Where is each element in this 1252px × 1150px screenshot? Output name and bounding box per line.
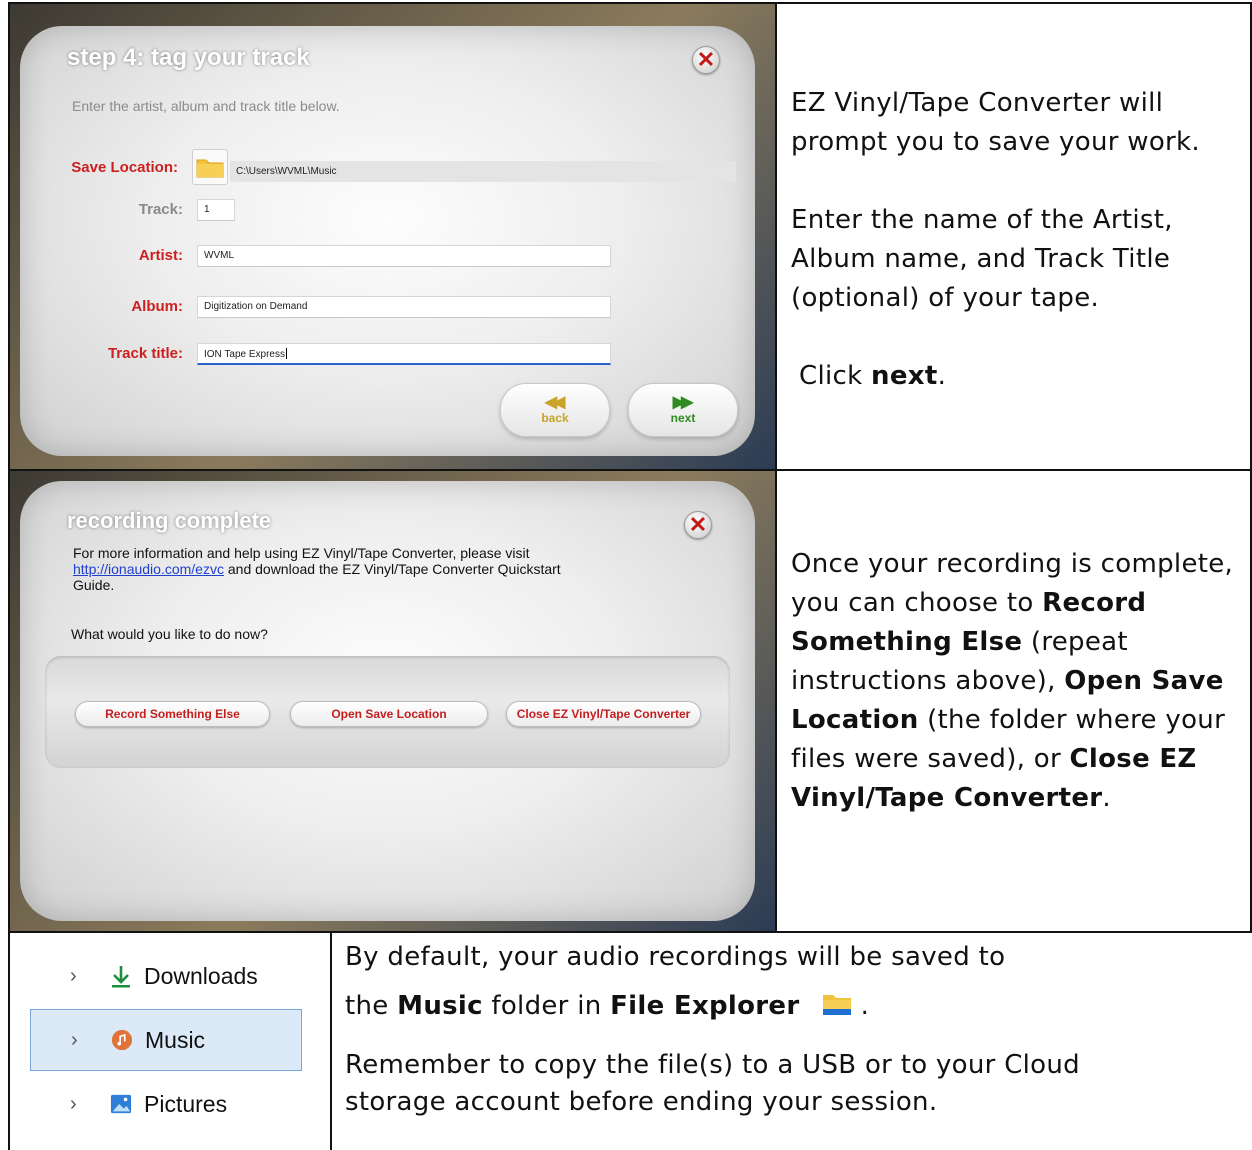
track-title-field[interactable]: ION Tape Express — [197, 343, 611, 365]
record-something-else-button[interactable]: Record Something Else — [75, 701, 270, 727]
complete-t1: Once your recording is complete, you can… — [791, 549, 1234, 618]
default-save-cell: By default, your audio recordings will b… — [345, 939, 1245, 1121]
tag-track-dialog: step 4: tag your track ✕ Enter the artis… — [20, 26, 755, 456]
album-label: Album: — [131, 298, 183, 315]
default-save-line2: the Music folder in File Explorer . — [345, 988, 1245, 1027]
default-save-the: the — [345, 991, 398, 1021]
file-explorer-icon — [822, 990, 852, 1027]
back-label: back — [541, 411, 569, 425]
folder-browse-button[interactable] — [192, 149, 228, 185]
chevron-right-icon[interactable]: › — [70, 965, 82, 988]
click-prefix: Click — [799, 361, 872, 391]
dialog-title: step 4: tag your track — [67, 44, 310, 71]
explorer-item-pictures[interactable]: › Pictures — [30, 1073, 302, 1135]
pictures-icon — [110, 1093, 132, 1115]
music-note-icon — [111, 1029, 133, 1051]
folder-icon — [196, 159, 224, 178]
next-button[interactable]: ▶▶ next — [628, 383, 738, 437]
recording-complete-dialog: recording complete ✕ For more informatio… — [20, 481, 755, 921]
ionaudio-link[interactable]: http://ionaudio.com/ezvc — [73, 561, 224, 577]
tag-instructions-para2: Enter the name of the Artist, Album name… — [791, 205, 1173, 313]
chevron-right-icon[interactable]: › — [71, 1029, 83, 1052]
question-text: What would you like to do now? — [71, 626, 268, 642]
complete-t4: . — [1102, 783, 1111, 813]
info-text: For more information and help using EZ V… — [73, 545, 673, 593]
close-icon[interactable]: ✕ — [684, 511, 712, 539]
open-save-location-button[interactable]: Open Save Location — [290, 701, 488, 727]
rewind-icon: ◀◀ — [544, 394, 566, 411]
table-divider-1 — [775, 2, 777, 932]
close-icon[interactable]: ✕ — [692, 46, 720, 74]
instructions-text: Enter the artist, album and track title … — [72, 98, 340, 114]
complete-instructions-para: Once your recording is complete, you can… — [791, 545, 1241, 818]
explorer-label: Music — [145, 1026, 206, 1053]
tag-instructions-click: Click next. — [791, 357, 1241, 396]
text-caret — [285, 348, 287, 359]
info-line1: For more information and help using EZ V… — [73, 545, 530, 561]
click-suffix: . — [937, 361, 947, 391]
dialog-title: recording complete — [67, 508, 272, 533]
default-save-para2: Remember to copy the file(s) to a USB or… — [345, 1050, 1080, 1117]
info-line2: and download the EZ Vinyl/Tape Converter… — [223, 561, 561, 577]
explorer-label: Downloads — [144, 962, 258, 989]
click-next-bold: next — [871, 361, 938, 391]
music-bold: Music — [397, 991, 483, 1021]
album-field[interactable]: Digitization on Demand — [197, 296, 611, 318]
tag-instructions-cell: EZ Vinyl/Tape Converter will prompt you … — [791, 84, 1241, 396]
explorer-item-downloads[interactable]: › Downloads — [30, 945, 302, 1007]
track-number-field[interactable]: 1 — [197, 199, 235, 221]
tag-instructions-para1: EZ Vinyl/Tape Converter will prompt you … — [791, 88, 1200, 157]
chevron-right-icon[interactable]: › — [70, 1093, 82, 1116]
artist-label: Artist: — [138, 247, 183, 264]
artist-field[interactable]: WVML — [197, 245, 611, 267]
tag-track-screenshot: step 4: tag your track ✕ Enter the artis… — [10, 4, 775, 469]
download-arrow-icon — [110, 965, 132, 988]
save-location-label: Save Location: — [71, 159, 178, 176]
after-icon: . — [852, 991, 870, 1021]
next-label: next — [670, 411, 696, 425]
fast-forward-icon: ▶▶ — [672, 394, 694, 411]
back-button[interactable]: ◀◀ back — [500, 383, 610, 437]
recording-complete-screenshot: recording complete ✕ For more informatio… — [10, 471, 775, 931]
folder-in: folder in — [482, 991, 611, 1021]
file-explorer-snippet: › Downloads › Music › Pictures — [10, 933, 330, 1150]
complete-instructions-cell: Once your recording is complete, you can… — [791, 545, 1241, 818]
close-converter-button[interactable]: Close EZ Vinyl/Tape Converter — [506, 701, 701, 727]
track-title-value: ION Tape Express — [204, 349, 285, 360]
track-label: Track: — [138, 201, 183, 218]
track-title-label: Track title: — [107, 345, 183, 362]
info-line3: Guide. — [73, 577, 115, 593]
file-explorer-bold: File Explorer — [610, 991, 800, 1021]
table-divider-2 — [330, 931, 332, 1150]
explorer-item-music[interactable]: › Music — [30, 1009, 302, 1071]
explorer-label: Pictures — [144, 1090, 228, 1117]
save-location-path: C:\Users\WVML\Music — [230, 161, 736, 182]
default-save-line1: By default, your audio recordings will b… — [345, 942, 1006, 972]
